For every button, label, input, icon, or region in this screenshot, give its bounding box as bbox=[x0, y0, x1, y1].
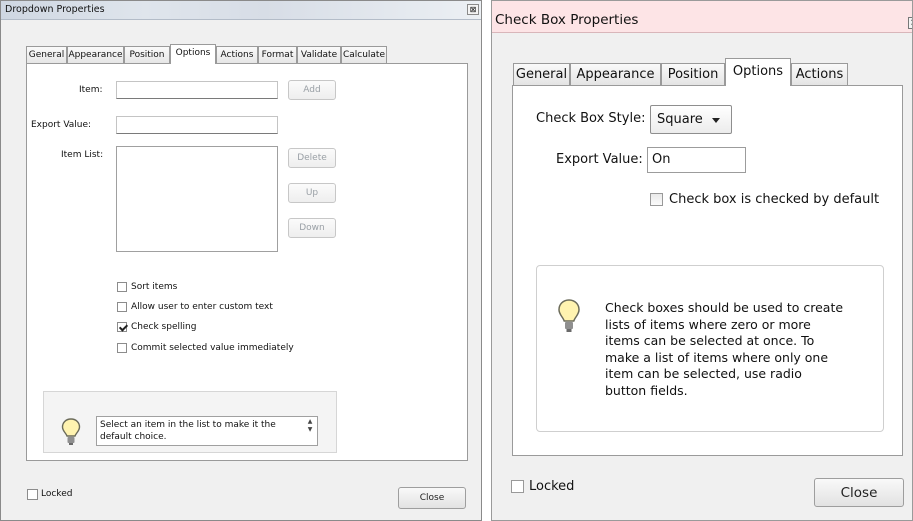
allow-custom-text-checkbox[interactable] bbox=[117, 302, 127, 312]
check-box-window-title: Check Box Properties bbox=[495, 12, 639, 28]
check-box-titlebar[interactable]: Check Box Properties bbox=[492, 1, 912, 33]
tab-appearance[interactable]: Appearance bbox=[570, 63, 661, 85]
close-button[interactable]: Close bbox=[398, 487, 466, 509]
dropdown-window-title: Dropdown Properties bbox=[5, 4, 105, 15]
delete-button[interactable]: Delete bbox=[288, 148, 336, 168]
item-label: Item: bbox=[79, 85, 103, 95]
up-button[interactable]: Up bbox=[288, 183, 336, 203]
tab-options[interactable]: Options bbox=[725, 58, 791, 86]
sort-items-checkbox[interactable] bbox=[117, 282, 127, 292]
tab-validate[interactable]: Validate bbox=[297, 46, 341, 63]
tab-appearance[interactable]: Appearance bbox=[67, 46, 124, 63]
tab-position[interactable]: Position bbox=[124, 46, 170, 63]
close-window-icon[interactable]: ⊠ bbox=[467, 4, 479, 15]
export-value-input[interactable]: On bbox=[647, 147, 746, 173]
down-button[interactable]: Down bbox=[288, 218, 336, 238]
item-list-label: Item List: bbox=[61, 150, 104, 160]
close-button[interactable]: Close bbox=[814, 478, 904, 507]
chevron-down-icon bbox=[712, 118, 720, 123]
info-text: Check boxes should be used to create lis… bbox=[605, 300, 844, 398]
tab-position[interactable]: Position bbox=[661, 63, 725, 85]
tab-general[interactable]: General bbox=[26, 46, 67, 63]
tip-text: Select an item in the list to make it th… bbox=[96, 416, 318, 446]
checked-by-default-checkbox[interactable] bbox=[650, 193, 663, 206]
close-window-icon[interactable]: × bbox=[908, 17, 912, 29]
export-value-input[interactable] bbox=[116, 116, 278, 134]
check-box-style-select[interactable]: Square bbox=[650, 105, 732, 134]
lightbulb-icon bbox=[61, 418, 81, 445]
dropdown-properties-window: Dropdown Properties ⊠ General Appearance… bbox=[0, 0, 482, 521]
locked-label: Locked bbox=[41, 489, 73, 499]
tab-general[interactable]: General bbox=[513, 63, 570, 85]
tab-format[interactable]: Format bbox=[258, 46, 297, 63]
item-input[interactable] bbox=[116, 81, 278, 99]
commit-selected-value-label: Commit selected value immediately bbox=[131, 343, 294, 353]
check-box-style-label: Check Box Style: bbox=[536, 111, 646, 126]
locked-checkbox[interactable] bbox=[511, 480, 524, 493]
tab-calculate[interactable]: Calculate bbox=[341, 46, 387, 63]
checked-by-default-label: Check box is checked by default bbox=[669, 192, 880, 207]
commit-selected-value-checkbox[interactable] bbox=[117, 343, 127, 353]
export-value-label: Export Value: bbox=[556, 152, 643, 167]
item-list[interactable] bbox=[116, 146, 278, 252]
dropdown-titlebar[interactable]: Dropdown Properties bbox=[1, 1, 481, 20]
lightbulb-icon bbox=[558, 299, 580, 332]
tab-options[interactable]: Options bbox=[170, 44, 216, 64]
locked-label: Locked bbox=[529, 479, 575, 494]
tab-actions[interactable]: Actions bbox=[216, 46, 258, 63]
tip-scroll-arrows[interactable]: ▲ ▼ bbox=[305, 418, 315, 434]
check-spelling-label: Check spelling bbox=[131, 322, 197, 332]
check-spelling-checkbox[interactable] bbox=[117, 322, 127, 332]
tab-actions[interactable]: Actions bbox=[791, 63, 848, 85]
export-value-label: Export Value: bbox=[31, 120, 92, 130]
allow-custom-text-label: Allow user to enter custom text bbox=[131, 302, 273, 312]
check-box-style-value: Square bbox=[657, 112, 703, 127]
check-box-properties-window: Check Box Properties × General Appearanc… bbox=[491, 0, 913, 521]
sort-items-label: Sort items bbox=[131, 282, 178, 292]
add-button[interactable]: Add bbox=[288, 80, 336, 100]
locked-checkbox[interactable] bbox=[27, 489, 38, 500]
